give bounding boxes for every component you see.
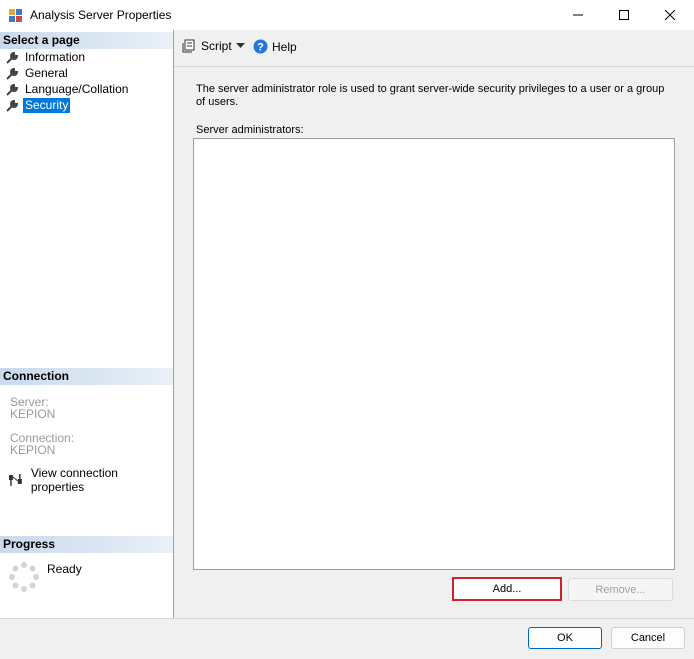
chevron-down-icon bbox=[236, 43, 245, 48]
server-administrators-label: Server administrators: bbox=[196, 124, 304, 136]
server-administrators-list[interactable] bbox=[193, 138, 675, 570]
close-icon bbox=[665, 10, 675, 20]
page-item-label: Language/Collation bbox=[25, 82, 129, 96]
help-label: Help bbox=[272, 39, 297, 54]
wrench-icon bbox=[6, 83, 19, 96]
maximize-icon bbox=[619, 10, 629, 20]
svg-text:?: ? bbox=[257, 42, 264, 54]
page-item-label: General bbox=[25, 66, 68, 80]
progress-header: Progress bbox=[0, 536, 173, 553]
page-item-label: Security bbox=[23, 98, 71, 113]
connection-value: KEPION bbox=[10, 443, 56, 457]
view-connection-properties-label: View connection properties bbox=[30, 466, 118, 494]
toolbar: Script ? Help bbox=[174, 30, 694, 67]
help-icon: ? bbox=[253, 39, 268, 54]
left-pane: Select a page Information General Langua… bbox=[0, 30, 174, 618]
maximize-button[interactable] bbox=[601, 0, 647, 30]
connection-plug-icon bbox=[8, 474, 22, 486]
remove-button[interactable]: Remove... bbox=[568, 578, 673, 601]
wrench-icon bbox=[6, 51, 19, 64]
script-icon bbox=[182, 39, 195, 53]
security-description: The server administrator role is used to… bbox=[196, 83, 665, 108]
ok-button[interactable]: OK bbox=[528, 627, 602, 649]
view-connection-properties-link[interactable]: View connection properties bbox=[8, 466, 173, 494]
connection-header: Connection bbox=[0, 368, 173, 385]
minimize-icon bbox=[573, 14, 583, 16]
page-item-security[interactable]: Security bbox=[5, 98, 71, 113]
page-item-information[interactable]: Information bbox=[5, 50, 87, 65]
page-item-general[interactable]: General bbox=[5, 66, 70, 81]
app-icon bbox=[9, 9, 22, 22]
progress-status: Ready bbox=[47, 562, 82, 576]
add-button[interactable]: Add... bbox=[452, 577, 562, 601]
window-title: Analysis Server Properties bbox=[30, 8, 172, 22]
script-label: Script bbox=[201, 39, 232, 53]
page-item-language-collation[interactable]: Language/Collation bbox=[5, 82, 130, 97]
close-button[interactable] bbox=[647, 0, 693, 30]
wrench-icon bbox=[6, 67, 19, 80]
script-button[interactable]: Script bbox=[182, 39, 232, 53]
page-item-label: Information bbox=[25, 50, 86, 64]
cancel-button[interactable]: Cancel bbox=[611, 627, 685, 649]
help-button[interactable]: ? Help bbox=[253, 39, 297, 54]
script-dropdown-arrow[interactable] bbox=[236, 43, 245, 49]
wrench-icon bbox=[6, 99, 19, 112]
select-page-header: Select a page bbox=[0, 32, 173, 49]
progress-spinner-icon bbox=[9, 562, 39, 592]
minimize-button[interactable] bbox=[555, 0, 601, 30]
server-value: KEPION bbox=[10, 407, 56, 421]
